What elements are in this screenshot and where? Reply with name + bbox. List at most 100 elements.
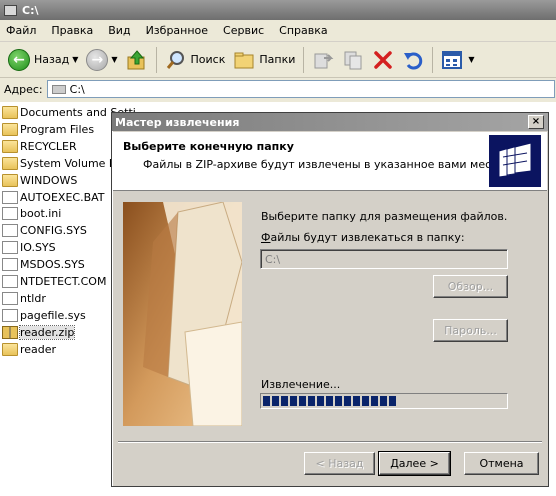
undo-icon [404,52,423,69]
menu-tools[interactable]: Сервис [223,24,264,37]
move-to-icon [314,53,334,68]
folder-icon [2,342,18,356]
folder-icon [2,106,18,119]
file-name: CONFIG.SYS [20,224,87,238]
file-icon [2,241,18,255]
file-list-item[interactable]: AUTOEXEC.BAT [2,189,105,206]
password-button[interactable]: Пароль... [433,319,508,342]
destination-folder-value: C:\ [265,252,281,266]
back-label: Назад [34,53,70,66]
dialog-separator [118,441,542,443]
file-name: boot.ini [20,207,62,221]
file-list-item[interactable]: MSDOS.SYS [2,256,85,273]
file-list-item[interactable]: NTDETECT.COM [2,273,106,290]
file-name: reader [20,342,57,356]
search-button[interactable]: Поиск [161,45,230,75]
search-label: Поиск [190,53,226,66]
file-name: RECYCLER [20,139,77,153]
file-icon [2,224,18,238]
undo-button[interactable] [398,45,428,75]
back-arrow-icon: ← [8,48,30,71]
destination-folder-input[interactable]: C:\ [260,249,508,269]
file-icon [2,258,18,272]
explorer-title-bar: C:\ [0,0,556,20]
up-folder-button[interactable] [122,45,152,75]
extraction-wizard-dialog: Мастер извлечения × Выберите конечную па… [111,112,549,487]
destination-folder-label: Файлы будут извлекаться в папку: [261,231,465,244]
menu-view[interactable]: Вид [108,24,130,37]
window-title: C:\ [22,3,39,17]
forward-arrow-icon: → [86,48,109,71]
file-list-item[interactable]: CONFIG.SYS [2,222,87,239]
drive-icon [4,4,17,16]
dialog-title: Мастер извлечения [115,115,240,129]
dialog-title-bar: Мастер извлечения [112,113,548,131]
browse-button[interactable]: Обзор... [433,275,508,298]
progress-fill [263,396,397,406]
folder-icon [2,173,18,187]
folder-icon [2,122,18,136]
menu-edit[interactable]: Правка [51,24,93,37]
file-list-item[interactable]: WINDOWS [2,172,77,189]
up-folder-icon [127,49,145,69]
views-button[interactable]: ▼ [437,45,478,75]
copy-to-button[interactable] [338,45,368,75]
file-name: IO.SYS [20,241,56,255]
address-bar: Адрес: C:\ [0,78,556,100]
file-name: ntldr [20,291,46,305]
toolbar-separator [303,46,305,73]
file-list-item[interactable]: Program Files [2,121,94,138]
destination-label-text: айлы будут извлекаться в папку: [270,231,465,244]
next-button[interactable]: Далее > [378,451,451,476]
compressed-folder-icon [489,135,541,187]
header-title: Выберите конечную папку [123,140,294,153]
file-list-item[interactable]: IO.SYS [2,239,56,256]
file-name: MSDOS.SYS [20,258,85,272]
file-name: Program Files [20,122,95,136]
close-button[interactable]: × [528,115,544,129]
address-label: Адрес: [4,82,43,96]
menu-favorites[interactable]: Избранное [146,24,208,37]
folders-icon [234,52,254,68]
move-to-button[interactable] [308,45,338,75]
file-list-item[interactable]: pagefile.sys [2,307,86,324]
forward-button[interactable]: → ▼ [82,45,121,75]
choose-folder-prompt: Выберите папку для размещения файлов. [261,210,508,223]
file-name: WINDOWS [20,173,78,187]
dialog-header: Выберите конечную папку Файлы в ZIP-архи… [113,132,547,191]
menu-bar: Файл Правка Вид Избранное Сервис Справка [0,20,556,42]
file-name: reader.zip [18,324,76,340]
file-name: AUTOEXEC.BAT [20,190,105,204]
back-button[interactable]: ← Назад ▼ [4,45,82,75]
forward-dropdown-icon[interactable]: ▼ [111,55,117,64]
file-icon [2,275,18,288]
file-list-item[interactable]: RECYCLER [2,138,77,155]
file-list-item[interactable]: reader [2,341,56,358]
address-value: C:\ [69,82,85,96]
cancel-button[interactable]: Отмена [464,452,539,475]
menu-file[interactable]: Файл [6,24,36,37]
back-dropdown-icon[interactable]: ▼ [72,55,78,64]
delete-x-icon [374,50,393,69]
file-icon [2,291,18,305]
folder-icon [2,156,18,170]
folder-icon [2,139,18,153]
views-dropdown-icon[interactable]: ▼ [468,55,474,64]
delete-button[interactable] [368,45,398,75]
file-list-item[interactable]: boot.ini [2,205,61,222]
folders-button[interactable]: Папки [229,45,299,75]
toolbar-separator [155,46,157,73]
file-name: pagefile.sys [20,308,86,322]
toolbar: ← Назад ▼ → ▼ Поиск Папки ▼ [0,42,556,78]
file-name: NTDETECT.COM [20,275,107,288]
address-input[interactable]: C:\ [46,80,555,98]
search-icon [166,50,184,69]
file-list-item[interactable]: reader.zip [2,324,76,341]
file-list-item[interactable]: ntldr [2,290,46,307]
back-wizard-button[interactable]: < Назад [304,452,375,475]
file-icon [2,190,18,204]
menu-help[interactable]: Справка [279,24,327,37]
file-icon [2,308,18,322]
drive-icon [51,84,66,94]
wizard-illustration [123,202,242,426]
